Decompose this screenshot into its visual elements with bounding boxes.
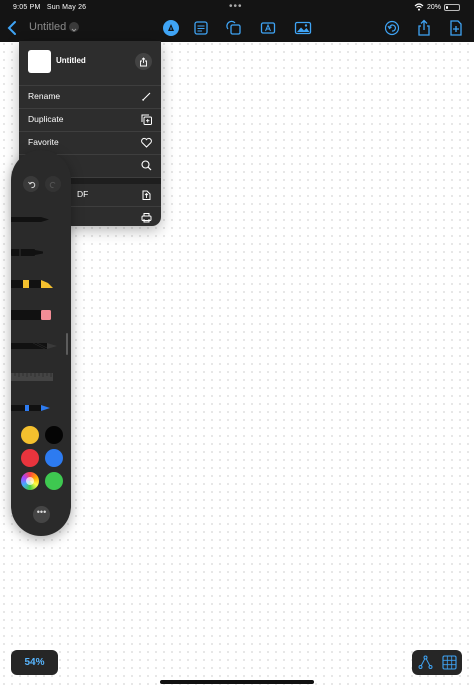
shapes-icon (226, 20, 241, 35)
menu-item-label: Rename (28, 91, 61, 101)
grid-icon (442, 655, 457, 670)
redo-icon (49, 181, 55, 188)
add-page-icon (450, 20, 462, 36)
zoom-level-button[interactable]: 54% (11, 650, 58, 675)
tool-eraser[interactable] (11, 305, 71, 325)
color-swatch-red[interactable] (21, 449, 39, 467)
undo-icon (384, 20, 400, 36)
tool-lasso[interactable] (11, 398, 71, 418)
vector-nodes-icon (418, 655, 433, 669)
tool-fountain-pen[interactable] (11, 210, 71, 230)
palette-scrollbar[interactable] (66, 333, 68, 355)
chevron-down-icon (71, 28, 77, 32)
text-box-icon (194, 21, 208, 35)
text-frame-icon (260, 22, 276, 34)
chevron-left-icon (7, 21, 16, 35)
doc-thumbnail (28, 50, 51, 73)
pencil-icon (142, 92, 151, 101)
ellipsis-icon: ••• (36, 507, 47, 517)
menu-item-label: Favorite (28, 137, 59, 147)
battery-fill (446, 5, 449, 9)
home-indicator[interactable] (160, 680, 314, 684)
share-button[interactable] (414, 18, 434, 38)
pen-tool-button[interactable] (161, 18, 181, 38)
share-icon (140, 56, 147, 66)
menu-share-button[interactable] (135, 53, 152, 70)
highlighter-icon (11, 280, 53, 288)
tool-palette: ••• (11, 150, 71, 536)
tool-highlighter[interactable] (11, 274, 71, 294)
status-time: 9:05 PM Sun May 26 (13, 4, 87, 11)
multitask-dots[interactable]: ••• (229, 1, 243, 12)
eraser-icon (11, 310, 51, 320)
image-tool-button[interactable] (293, 18, 313, 38)
text-tool-button[interactable] (258, 18, 278, 38)
undo-button[interactable] (382, 18, 402, 38)
print-icon (141, 213, 152, 223)
palette-undo-button[interactable] (23, 176, 39, 192)
ruler-icon (11, 373, 53, 381)
top-toolbar: 9:05 PM Sun May 26 ••• 20% Untitled (0, 0, 474, 42)
tool-ruler[interactable] (11, 367, 71, 387)
battery-percent: 20% (426, 3, 441, 11)
image-icon (294, 21, 312, 35)
color-swatch-blue[interactable] (45, 449, 63, 467)
tool-marker[interactable] (11, 243, 71, 263)
marker-icon (11, 249, 43, 256)
status-right: 20% (414, 3, 460, 11)
menu-item-label: Duplicate (28, 114, 64, 124)
lasso-icon (11, 405, 50, 411)
share-icon (418, 19, 430, 36)
undo-icon (27, 181, 35, 188)
color-swatch-green[interactable] (45, 472, 63, 490)
palette-redo-button[interactable] (45, 176, 61, 192)
vector-path-button[interactable] (416, 653, 435, 672)
doc-title[interactable]: Untitled (29, 21, 66, 33)
back-button[interactable] (5, 18, 21, 38)
title-menu-button[interactable] (69, 22, 79, 32)
add-page-button[interactable] (446, 18, 466, 38)
pencil-tip-icon (163, 20, 179, 36)
search-icon (141, 160, 152, 171)
menu-header: Untitled (19, 41, 161, 86)
color-wheel-icon[interactable] (21, 472, 39, 490)
battery-icon (444, 3, 460, 11)
color-swatch-black[interactable] (45, 426, 63, 444)
menu-doc-title: Untitled (56, 56, 86, 65)
more-options-button[interactable]: ••• (33, 506, 50, 523)
wifi-icon (414, 3, 424, 11)
duplicate-icon (141, 114, 152, 125)
shapes-tool-button[interactable] (224, 18, 244, 38)
heart-icon (141, 137, 152, 148)
bottom-right-controls (412, 650, 462, 675)
tool-pencil[interactable] (11, 336, 71, 356)
menu-item-label: DF (77, 189, 89, 199)
export-icon (142, 190, 151, 200)
menu-item-rename[interactable]: Rename (19, 86, 161, 109)
grid-toggle-button[interactable] (440, 653, 459, 672)
fountain-pen-icon (11, 217, 49, 222)
textbox-tool-button[interactable] (191, 18, 211, 38)
menu-item-duplicate[interactable]: Duplicate (19, 109, 161, 132)
color-swatch-yellow[interactable] (21, 426, 39, 444)
pencil-icon (11, 342, 57, 350)
